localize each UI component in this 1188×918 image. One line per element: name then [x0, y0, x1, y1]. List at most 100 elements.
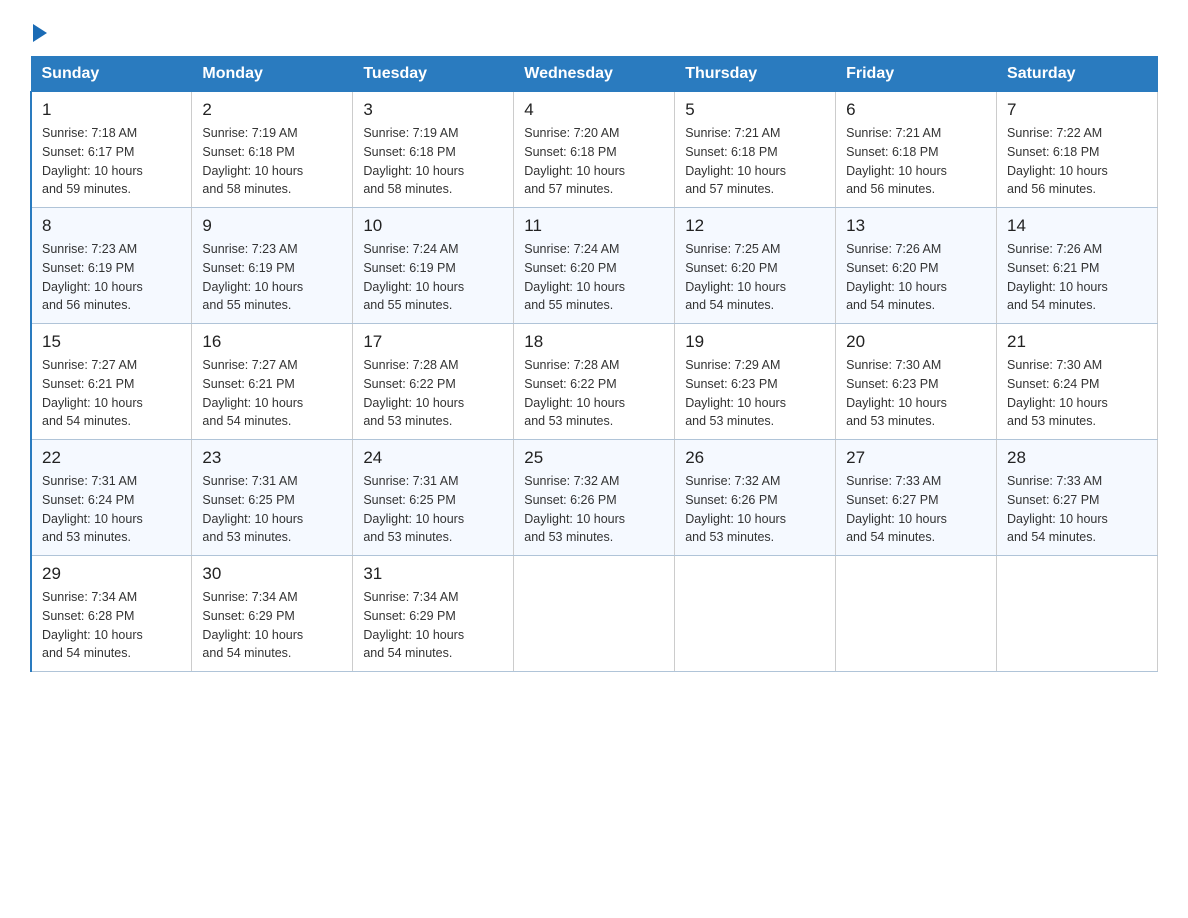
table-row: 5 Sunrise: 7:21 AMSunset: 6:18 PMDaylight…: [675, 92, 836, 208]
day-number: 3: [363, 100, 503, 120]
table-row: 19Sunrise: 7:29 AMSunset: 6:23 PMDayligh…: [675, 324, 836, 440]
page-header: [30, 20, 1158, 38]
sunset-text: Sunset: 6:29 PM: [363, 607, 503, 626]
table-row: 10Sunrise: 7:24 AMSunset: 6:19 PMDayligh…: [353, 208, 514, 324]
header-sunday: Sunday: [31, 57, 192, 92]
table-row: 31Sunrise: 7:34 AMSunset: 6:29 PMDayligh…: [353, 556, 514, 672]
table-row: 9 Sunrise: 7:23 AMSunset: 6:19 PMDaylight…: [192, 208, 353, 324]
sunrise-text: Sunrise: 7:31 AM: [363, 472, 503, 491]
daylight-minutes: and 53 minutes.: [1007, 412, 1147, 431]
sunrise-text: Sunrise: 7:33 AM: [1007, 472, 1147, 491]
sunset-text: Sunset: 6:19 PM: [363, 259, 503, 278]
day-number: 4: [524, 100, 664, 120]
daylight-minutes: and 56 minutes.: [1007, 180, 1147, 199]
day-info: Sunrise: 7:20 AMSunset: 6:18 PMDaylight:…: [524, 124, 664, 199]
sunrise-text: Sunrise: 7:23 AM: [42, 240, 181, 259]
daylight-text: Daylight: 10 hours: [202, 626, 342, 645]
daylight-text: Daylight: 10 hours: [524, 510, 664, 529]
day-info: Sunrise: 7:19 AMSunset: 6:18 PMDaylight:…: [363, 124, 503, 199]
table-row: 21Sunrise: 7:30 AMSunset: 6:24 PMDayligh…: [997, 324, 1158, 440]
daylight-minutes: and 54 minutes.: [42, 412, 181, 431]
daylight-text: Daylight: 10 hours: [363, 162, 503, 181]
day-info: Sunrise: 7:21 AMSunset: 6:18 PMDaylight:…: [685, 124, 825, 199]
sunset-text: Sunset: 6:21 PM: [42, 375, 181, 394]
day-info: Sunrise: 7:34 AMSunset: 6:29 PMDaylight:…: [202, 588, 342, 663]
daylight-minutes: and 53 minutes.: [846, 412, 986, 431]
day-info: Sunrise: 7:34 AMSunset: 6:28 PMDaylight:…: [42, 588, 181, 663]
daylight-minutes: and 55 minutes.: [202, 296, 342, 315]
day-number: 1: [42, 100, 181, 120]
table-row: 25Sunrise: 7:32 AMSunset: 6:26 PMDayligh…: [514, 440, 675, 556]
day-number: 9: [202, 216, 342, 236]
table-row: 24 Sunrise: 7:31 AMSunset: 6:25 PMDayligh…: [353, 440, 514, 556]
header-monday: Monday: [192, 57, 353, 92]
day-number: 15: [42, 332, 181, 352]
daylight-text: Daylight: 10 hours: [42, 510, 181, 529]
calendar-week-row: 15 Sunrise: 7:27 AMSunset: 6:21 PMDayligh…: [31, 324, 1158, 440]
day-info: Sunrise: 7:27 AMSunset: 6:21 PMDaylight:…: [42, 356, 181, 431]
sunset-text: Sunset: 6:26 PM: [524, 491, 664, 510]
table-row: 16Sunrise: 7:27 AMSunset: 6:21 PMDayligh…: [192, 324, 353, 440]
daylight-minutes: and 53 minutes.: [42, 528, 181, 547]
daylight-text: Daylight: 10 hours: [42, 278, 181, 297]
logo-arrow-icon: [33, 24, 47, 42]
sunrise-text: Sunrise: 7:21 AM: [846, 124, 986, 143]
daylight-text: Daylight: 10 hours: [42, 626, 181, 645]
sunrise-text: Sunrise: 7:34 AM: [202, 588, 342, 607]
sunset-text: Sunset: 6:19 PM: [202, 259, 342, 278]
sunset-text: Sunset: 6:25 PM: [202, 491, 342, 510]
sunrise-text: Sunrise: 7:24 AM: [524, 240, 664, 259]
sunset-text: Sunset: 6:22 PM: [524, 375, 664, 394]
day-info: Sunrise: 7:23 AMSunset: 6:19 PMDaylight:…: [202, 240, 342, 315]
table-row: [997, 556, 1158, 672]
sunrise-text: Sunrise: 7:26 AM: [1007, 240, 1147, 259]
day-number: 24: [363, 448, 503, 468]
header-tuesday: Tuesday: [353, 57, 514, 92]
sunset-text: Sunset: 6:21 PM: [202, 375, 342, 394]
daylight-text: Daylight: 10 hours: [1007, 162, 1147, 181]
daylight-minutes: and 53 minutes.: [685, 528, 825, 547]
sunset-text: Sunset: 6:23 PM: [685, 375, 825, 394]
daylight-text: Daylight: 10 hours: [202, 162, 342, 181]
day-info: Sunrise: 7:31 AMSunset: 6:25 PMDaylight:…: [363, 472, 503, 547]
daylight-minutes: and 54 minutes.: [202, 412, 342, 431]
daylight-minutes: and 53 minutes.: [685, 412, 825, 431]
daylight-text: Daylight: 10 hours: [1007, 278, 1147, 297]
day-info: Sunrise: 7:27 AMSunset: 6:21 PMDaylight:…: [202, 356, 342, 431]
sunset-text: Sunset: 6:19 PM: [42, 259, 181, 278]
table-row: 23Sunrise: 7:31 AMSunset: 6:25 PMDayligh…: [192, 440, 353, 556]
daylight-minutes: and 54 minutes.: [685, 296, 825, 315]
day-info: Sunrise: 7:24 AMSunset: 6:19 PMDaylight:…: [363, 240, 503, 315]
daylight-minutes: and 53 minutes.: [524, 412, 664, 431]
day-info: Sunrise: 7:19 AMSunset: 6:18 PMDaylight:…: [202, 124, 342, 199]
header-friday: Friday: [836, 57, 997, 92]
daylight-text: Daylight: 10 hours: [363, 510, 503, 529]
daylight-minutes: and 54 minutes.: [42, 644, 181, 663]
day-info: Sunrise: 7:32 AMSunset: 6:26 PMDaylight:…: [685, 472, 825, 547]
day-info: Sunrise: 7:34 AMSunset: 6:29 PMDaylight:…: [363, 588, 503, 663]
day-number: 21: [1007, 332, 1147, 352]
sunset-text: Sunset: 6:18 PM: [202, 143, 342, 162]
daylight-text: Daylight: 10 hours: [846, 278, 986, 297]
daylight-minutes: and 54 minutes.: [363, 644, 503, 663]
table-row: [675, 556, 836, 672]
table-row: 8Sunrise: 7:23 AMSunset: 6:19 PMDaylight…: [31, 208, 192, 324]
day-number: 18: [524, 332, 664, 352]
day-info: Sunrise: 7:31 AMSunset: 6:25 PMDaylight:…: [202, 472, 342, 547]
daylight-minutes: and 54 minutes.: [1007, 528, 1147, 547]
sunset-text: Sunset: 6:22 PM: [363, 375, 503, 394]
day-number: 12: [685, 216, 825, 236]
daylight-text: Daylight: 10 hours: [524, 278, 664, 297]
sunrise-text: Sunrise: 7:21 AM: [685, 124, 825, 143]
sunrise-text: Sunrise: 7:18 AM: [42, 124, 181, 143]
day-number: 22: [42, 448, 181, 468]
daylight-minutes: and 53 minutes.: [363, 412, 503, 431]
day-number: 30: [202, 564, 342, 584]
day-number: 5: [685, 100, 825, 120]
sunrise-text: Sunrise: 7:25 AM: [685, 240, 825, 259]
daylight-text: Daylight: 10 hours: [202, 510, 342, 529]
table-row: 30 Sunrise: 7:34 AMSunset: 6:29 PMDayligh…: [192, 556, 353, 672]
daylight-text: Daylight: 10 hours: [846, 394, 986, 413]
sunset-text: Sunset: 6:29 PM: [202, 607, 342, 626]
day-number: 7: [1007, 100, 1147, 120]
